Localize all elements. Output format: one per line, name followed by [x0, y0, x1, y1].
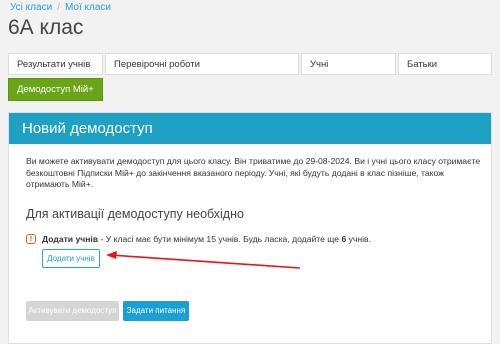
requirement-title: Додати учнів	[42, 234, 99, 244]
demo-access-panel: Новий демодоступ Ви можете активувати де…	[8, 112, 492, 344]
tab-parents[interactable]: Батьки	[398, 53, 492, 75]
requirement-desc-before: - У класі має бути мінімум 15 учнів. Буд…	[98, 234, 342, 244]
tab-demo-access[interactable]: Демодоступ Мій+	[8, 78, 103, 101]
breadcrumb-my-classes[interactable]: Мої класи	[65, 2, 111, 13]
breadcrumb: Усі класи / Мої класи	[10, 2, 111, 13]
page-title: 6А клас	[8, 16, 84, 39]
tab-students[interactable]: Учні	[301, 53, 396, 75]
requirement-desc-after: учнів.	[346, 234, 371, 244]
panel-header: Новий демодоступ	[9, 113, 491, 144]
panel-description: Ви можете активувати демодоступ для цьог…	[26, 156, 481, 189]
tab-tests[interactable]: Перевірочні роботи	[105, 53, 299, 75]
breadcrumb-separator: /	[57, 2, 60, 13]
section-title: Для активації демодоступу необхідно	[26, 207, 244, 221]
tab-student-results[interactable]: Результати учнів	[8, 53, 103, 75]
activate-demo-button[interactable]: Активувати демодоступ	[26, 301, 119, 321]
add-students-button[interactable]: Додати учнів	[42, 249, 100, 268]
breadcrumb-all-classes[interactable]: Усі класи	[10, 2, 52, 13]
requirement-text: Додати учнів - У класі має бути мінімум …	[42, 234, 371, 244]
ask-question-button[interactable]: Задати питання	[123, 301, 189, 321]
warning-icon: !	[26, 234, 36, 244]
